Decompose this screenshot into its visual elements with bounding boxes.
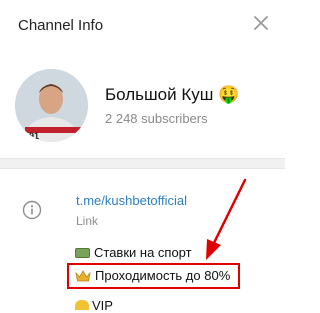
- channel-name-text: Большой Куш: [105, 85, 214, 104]
- description-line-text: VIP: [92, 298, 113, 313]
- money-icon: [75, 248, 90, 258]
- channel-avatar[interactable]: 91: [15, 69, 88, 142]
- channel-link[interactable]: t.me/kushbetofficial: [76, 193, 187, 208]
- link-caption: Link: [76, 214, 99, 228]
- description-line-betting: Ставки на спорт: [75, 245, 192, 260]
- highlight-box: [67, 263, 240, 289]
- panel-title: Channel Info: [18, 17, 104, 34]
- close-icon[interactable]: [250, 12, 272, 34]
- info-icon: [22, 200, 42, 220]
- avatar-shirt-text: 91: [29, 131, 39, 141]
- description-line-text: Ставки на спорт: [94, 245, 192, 260]
- description-line-vip: VIP: [75, 298, 113, 313]
- money-face-icon: 🤑: [218, 85, 240, 104]
- arrow-annotation-icon: [206, 178, 247, 260]
- avatar-photo: 91: [15, 69, 88, 142]
- subscriber-count: 2 248 subscribers: [105, 111, 208, 126]
- section-divider: [0, 158, 285, 169]
- partial-emoji-icon: [75, 300, 89, 310]
- channel-name: Большой Куш 🤑: [105, 85, 239, 105]
